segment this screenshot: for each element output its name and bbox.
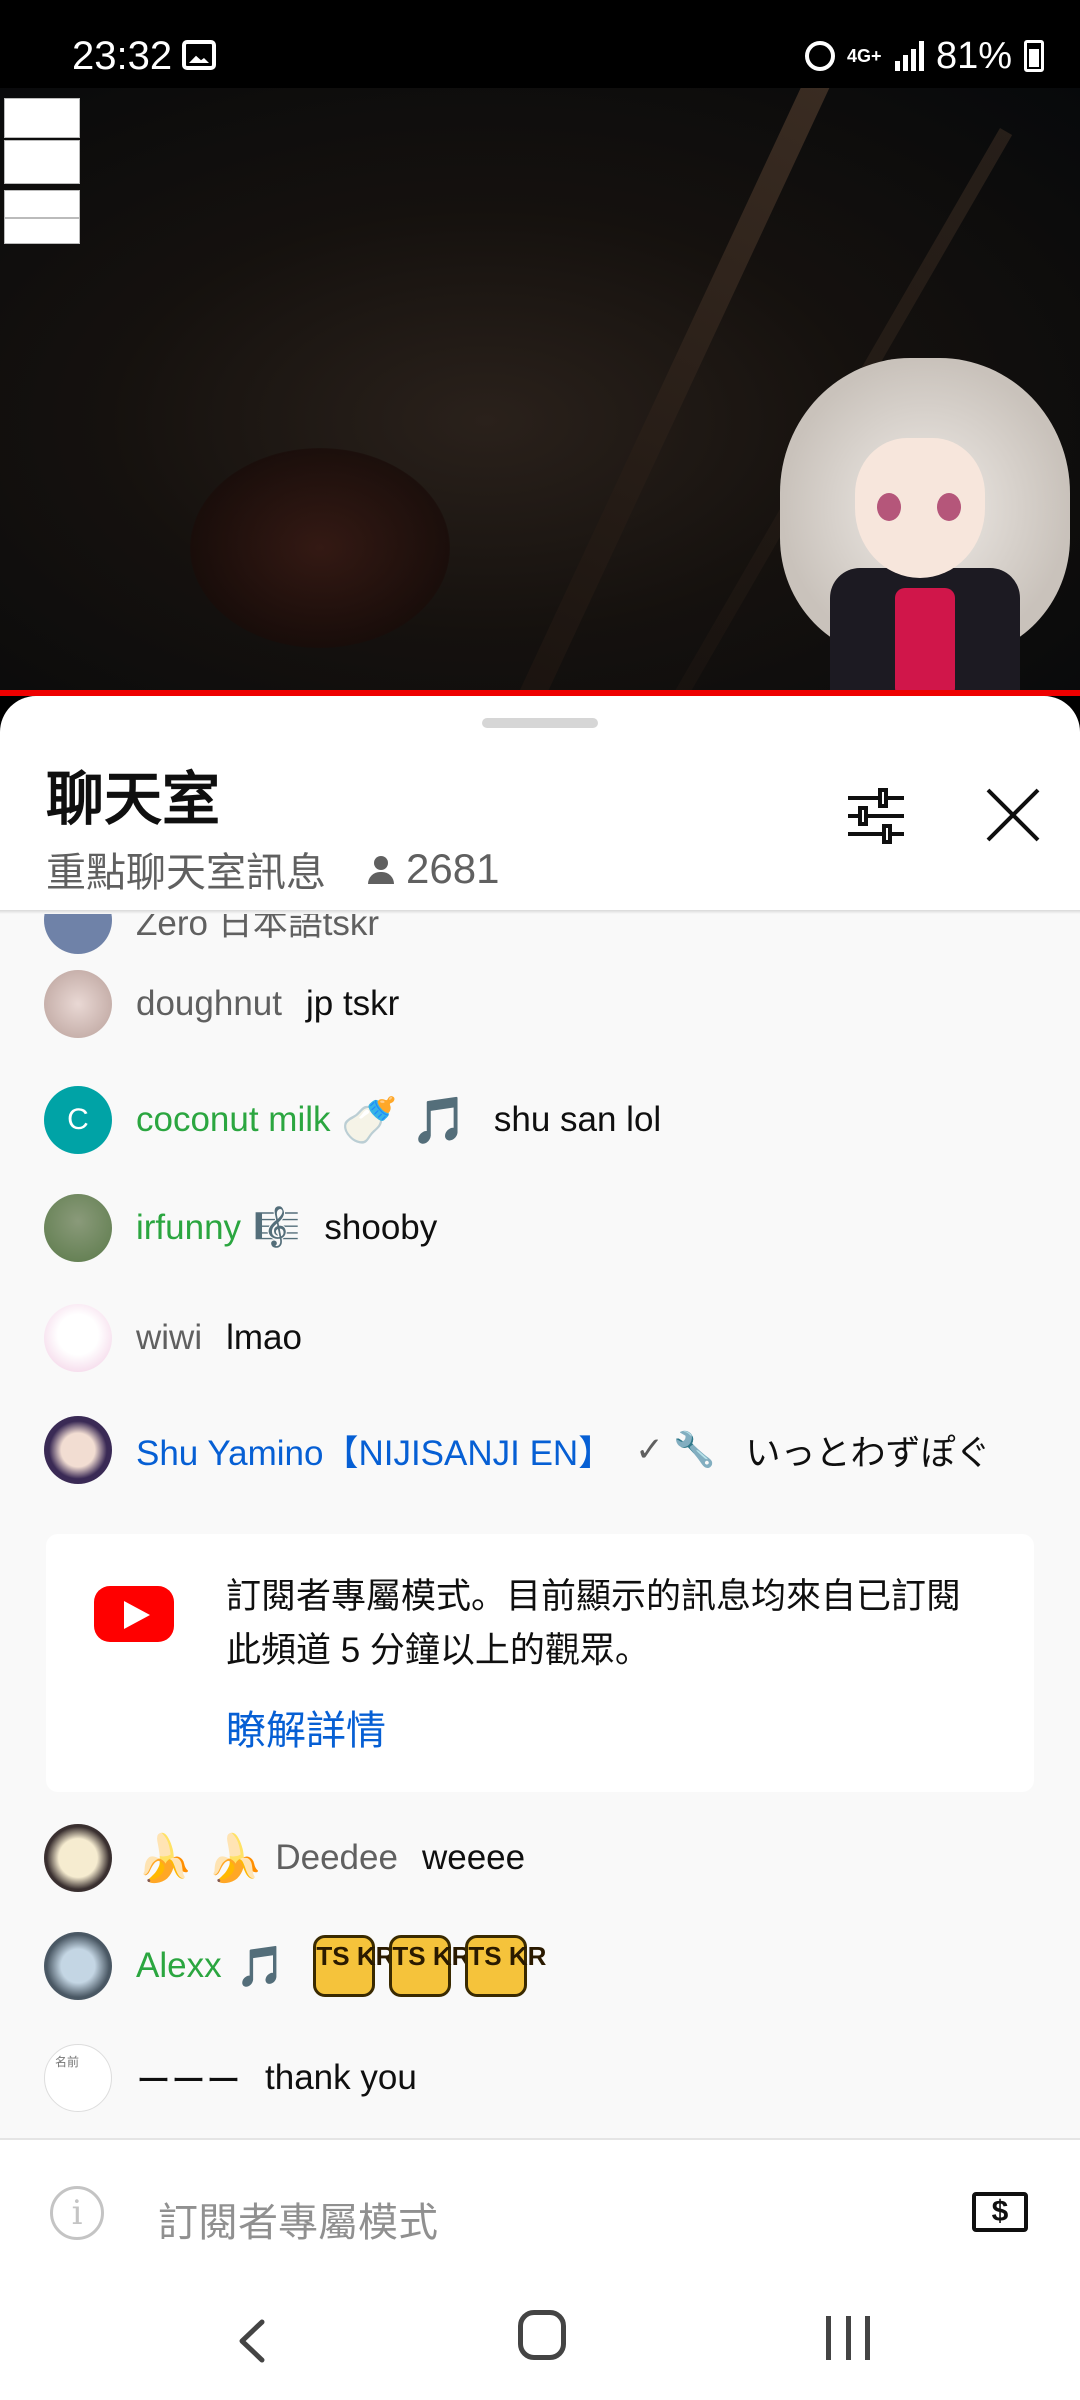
tskr-emote: TS KR — [465, 1935, 546, 1997]
chat-message: 🍌 🍌 Deedee weeee — [0, 1818, 1080, 1898]
avatar[interactable] — [44, 1824, 112, 1892]
avatar[interactable]: 名前 — [44, 2044, 112, 2112]
avatar[interactable] — [44, 1416, 112, 1484]
member-badge-icon: 🎼 — [253, 1207, 301, 1249]
message-text: jp tskr — [305, 984, 400, 1023]
verified-moderator-badges: ✓ 🔧 — [635, 1431, 716, 1469]
stream-overlay-panel — [4, 218, 80, 244]
chat-message: Alexx 🎵 TS KR TS KR TS KR — [0, 1926, 1080, 2006]
network-type: 4G+ — [846, 46, 882, 66]
chat-message: irfunny 🎼 shooby — [0, 1188, 1080, 1268]
home-icon[interactable] — [518, 2310, 566, 2360]
avatar[interactable] — [44, 1304, 112, 1372]
stream-overlay-panel — [4, 190, 80, 218]
message-text: lmao — [226, 1318, 302, 1357]
message-author[interactable]: coconut milk — [136, 1100, 331, 1140]
member-badge-icon: 🎵 — [235, 1944, 286, 1989]
avatar[interactable] — [44, 970, 112, 1038]
chat-title: 聊天室 — [46, 767, 221, 832]
message-text: いっとわずぽぐ — [745, 1433, 991, 1473]
video-scene-hand — [190, 448, 450, 648]
message-text: Zero 日本語tskr — [136, 914, 380, 943]
gallery-notification-icon — [182, 40, 216, 70]
chat-input-bar: i 訂閱者專屬模式 $ — [0, 2138, 1080, 2282]
member-badge-icons: 🍼 🎵 — [340, 1093, 468, 1146]
message-text: shu san lol — [493, 1100, 662, 1139]
banana-badge-icons: 🍌 🍌 — [136, 1831, 264, 1884]
avatar[interactable] — [44, 1932, 112, 2000]
super-chat-icon[interactable]: $ — [972, 2192, 1028, 2232]
chat-message: 名前 ーーー thank you — [0, 2038, 1080, 2118]
message-author[interactable]: doughnut — [136, 984, 282, 1024]
chat-message-list[interactable]: Zero 日本語tskr doughnut jp tskr C coconut … — [0, 914, 1080, 2138]
tskr-emote: TS KR — [313, 1935, 394, 1997]
subscribers-only-notice: 訂閱者專屬模式。目前顯示的訊息均來自已訂閱此頻道 5 分鐘以上的觀眾。 瞭解詳情 — [46, 1534, 1034, 1792]
status-bar: 23:32 4G+ 81% — [0, 0, 1080, 88]
message-author[interactable]: Alexx — [136, 1946, 222, 1986]
filter-icon[interactable] — [846, 786, 906, 846]
stream-overlay-panel — [4, 140, 80, 184]
chat-message: C coconut milk 🍼 🎵 shu san lol — [0, 1080, 1080, 1160]
status-right-group: 4G+ 81% — [804, 34, 1044, 78]
stream-overlay-panel — [4, 98, 80, 138]
message-text: weeee — [421, 1838, 526, 1877]
learn-more-link[interactable]: 瞭解詳情 — [226, 1698, 386, 1756]
message-author[interactable]: ーーー — [136, 2053, 241, 2104]
video-player[interactable] — [0, 88, 1080, 693]
info-icon[interactable]: i — [50, 2186, 104, 2240]
alarm-icon — [804, 41, 835, 71]
chat-mode-placeholder: 訂閱者專屬模式 — [158, 2201, 438, 2245]
youtube-logo-icon — [94, 1586, 174, 1642]
chat-message: wiwi lmao — [0, 1298, 1080, 1378]
recent-apps-icon[interactable] — [826, 2316, 870, 2360]
tskr-emote: TS KR — [389, 1935, 470, 1997]
chat-message: Zero 日本語tskr — [0, 914, 1080, 960]
message-text: shooby — [324, 1208, 438, 1247]
live-chat-panel: 聊天室 重點聊天室訊息 2681 Zero 日本語tskr doughnut j… — [0, 696, 1080, 2282]
avatar — [44, 914, 112, 954]
drag-handle[interactable] — [482, 718, 598, 728]
battery-icon — [1024, 40, 1044, 72]
signal-icon — [894, 41, 924, 71]
avatar[interactable]: C — [44, 1086, 112, 1154]
chat-mode-label: 重點聊天室訊息 — [46, 851, 326, 895]
battery-percent: 81% — [935, 34, 1012, 77]
message-author[interactable]: irfunny — [136, 1208, 241, 1248]
chat-message: doughnut jp tskr — [0, 964, 1080, 1044]
avatar[interactable] — [44, 1194, 112, 1262]
close-icon[interactable] — [978, 780, 1048, 850]
message-author[interactable]: Shu Yamino【NIJISANJI EN】 — [136, 1425, 613, 1476]
message-author[interactable]: Deedee — [275, 1838, 398, 1878]
viewer-count: 2681 — [406, 845, 500, 892]
notice-text: 訂閱者專屬模式。目前顯示的訊息均來自已訂閱此頻道 5 分鐘以上的觀眾。 — [226, 1577, 962, 1670]
back-icon[interactable] — [226, 2314, 280, 2368]
message-text: thank you — [265, 2058, 417, 2097]
vtuber-avatar — [750, 358, 1080, 693]
person-icon — [366, 854, 396, 884]
system-navigation-bar — [0, 2282, 1080, 2400]
status-time: 23:32 — [72, 34, 173, 78]
chat-mode-selector[interactable]: 重點聊天室訊息 2681 — [46, 840, 499, 898]
message-author[interactable]: wiwi — [136, 1318, 202, 1358]
chat-message: Shu Yamino【NIJISANJI EN】 ✓ 🔧 いっとわずぽぐ — [0, 1410, 1080, 1490]
